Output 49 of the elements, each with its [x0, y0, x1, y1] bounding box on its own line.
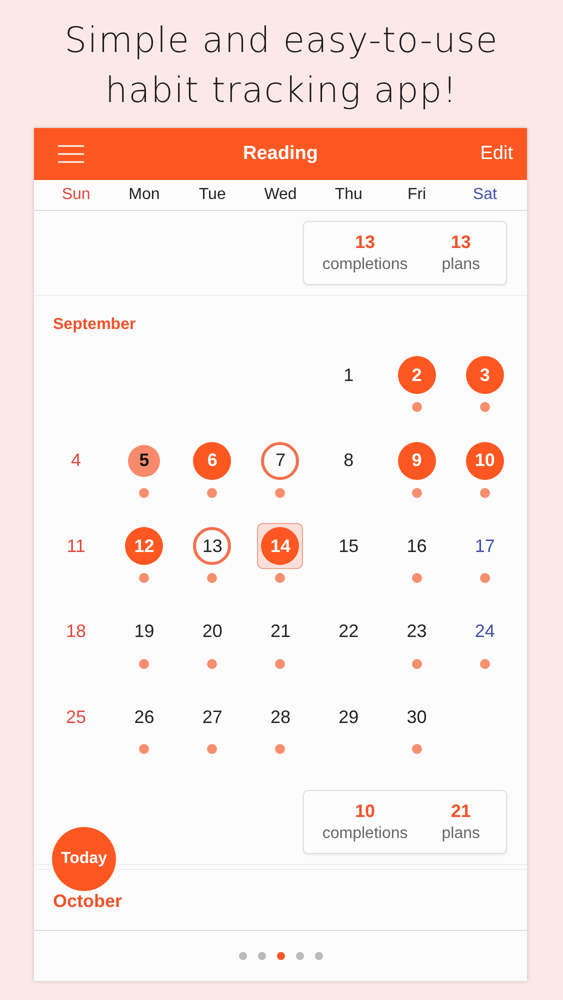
weekday-label: Thu — [334, 186, 362, 204]
weekday-label: Fri — [407, 186, 426, 204]
calendar-day[interactable]: 26 — [125, 698, 164, 736]
calendar-day[interactable]: 21 — [261, 612, 300, 650]
page-dot[interactable] — [258, 952, 266, 960]
completions-label: completions — [322, 255, 408, 275]
page-dot[interactable] — [276, 952, 284, 960]
weekday-label: Sun — [62, 186, 90, 204]
month-title: October — [53, 890, 122, 912]
calendar-day[interactable]: 30 — [398, 698, 436, 736]
calendar-day[interactable]: 25 — [57, 698, 96, 736]
calendar-day[interactable]: 4 — [57, 442, 96, 480]
calendar-day[interactable]: 29 — [330, 698, 368, 736]
weekday-label: Sat — [472, 186, 497, 204]
calendar-day[interactable]: 27 — [193, 698, 232, 736]
calendar-day[interactable]: 7 — [261, 442, 300, 480]
menu-icon[interactable] — [58, 145, 84, 163]
completions-label: completions — [322, 824, 408, 844]
calendar-day[interactable]: 15 — [330, 527, 368, 565]
headline: Simple and easy-to-use — [64, 20, 498, 63]
weekday-label: Mon — [128, 186, 160, 204]
plans-label: plans — [442, 255, 480, 275]
month-title: September — [52, 315, 137, 335]
calendar-day[interactable]: 20 — [193, 612, 232, 650]
calendar-day[interactable]: 22 — [330, 612, 368, 650]
weekday-label: Wed — [264, 186, 297, 204]
calendar-day[interactable]: 5 — [128, 444, 160, 476]
plans-count: 13 — [450, 231, 471, 254]
calendar-day[interactable]: 18 — [57, 612, 96, 650]
plans-label: plans — [442, 824, 480, 844]
page-dot[interactable] — [238, 952, 246, 960]
calendar-day[interactable]: 24 — [466, 612, 504, 650]
app-title: Reading — [242, 143, 319, 165]
calendar-day[interactable]: 16 — [398, 527, 436, 565]
completions-count: 13 — [355, 231, 376, 254]
plans-count: 21 — [450, 800, 471, 822]
calendar-day[interactable]: 8 — [330, 442, 368, 480]
calendar-day[interactable]: 28 — [261, 698, 300, 736]
calendar-day[interactable]: 11 — [57, 527, 96, 565]
calendar-day[interactable]: 13 — [193, 527, 232, 565]
completions-count: 10 — [355, 800, 376, 822]
page-dot[interactable] — [296, 952, 304, 960]
calendar-day[interactable]: 1 — [330, 356, 368, 394]
page-dot[interactable] — [314, 952, 322, 960]
weekday-label: Tue — [198, 186, 226, 204]
calendar-day[interactable]: 17 — [466, 527, 504, 565]
headline: habit tracking app! — [104, 70, 459, 113]
calendar-day[interactable]: 19 — [125, 612, 164, 650]
calendar-day[interactable]: 23 — [398, 612, 436, 650]
